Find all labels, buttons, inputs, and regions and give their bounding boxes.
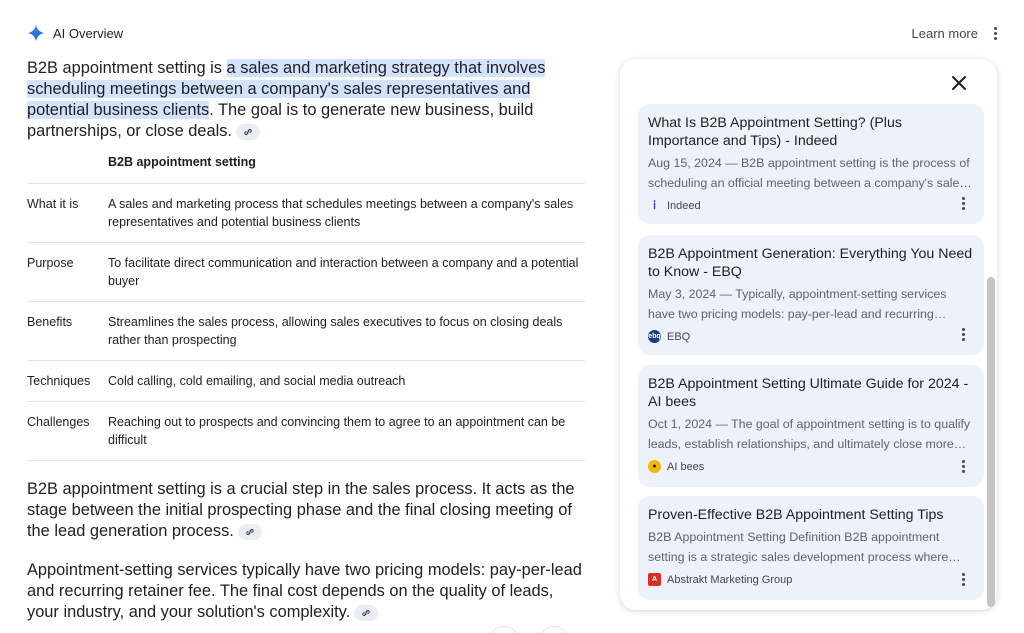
link-icon	[362, 609, 370, 616]
link-icon	[246, 528, 254, 535]
source-site: ● AI bees	[648, 460, 973, 473]
learn-more-area: Learn more	[912, 26, 1000, 41]
source-snippet: B2B Appointment Setting Definition B2B a…	[648, 530, 949, 564]
intro-text: B2B appointment setting is	[27, 59, 227, 77]
source-title[interactable]: B2B Appointment Generation: Everything Y…	[648, 245, 973, 281]
source-site: ⅰ Indeed	[648, 199, 973, 213]
intro-paragraph: B2B appointment setting is a sales and m…	[27, 58, 587, 142]
feedback-thumbs-down-button[interactable]	[539, 626, 569, 633]
scrollbar-thumb[interactable]	[987, 277, 995, 607]
table-row: Techniques Cold calling, cold emailing, a…	[27, 360, 585, 402]
indeed-icon: ⅰ	[652, 200, 657, 212]
close-icon	[952, 76, 966, 90]
link-icon	[244, 128, 252, 135]
more-options-icon[interactable]	[990, 27, 1000, 41]
abstrakt-icon: A	[648, 573, 661, 586]
citation-link-button[interactable]	[236, 123, 260, 140]
paragraph-process: B2B appointment setting is a crucial ste…	[27, 480, 575, 540]
source-more-icon[interactable]	[958, 196, 968, 210]
learn-more-link[interactable]: Learn more	[912, 26, 978, 41]
ebq-icon: ebq	[648, 330, 661, 343]
source-title[interactable]: Proven-Effective B2B Appointment Setting…	[648, 506, 973, 524]
source-card[interactable]: Proven-Effective B2B Appointment Setting…	[638, 496, 984, 600]
source-site: ebq EBQ	[648, 330, 691, 343]
table-row: What it is A sales and marketing process …	[27, 183, 585, 243]
citation-link-button[interactable]	[354, 604, 379, 621]
source-more-icon[interactable]	[958, 327, 968, 341]
source-snippet: Aug 15, 2024 — B2B appointment setting i…	[648, 156, 970, 190]
source-card[interactable]: B2B Appointment Generation: Everything Y…	[638, 235, 984, 355]
sources-scrollbar[interactable]	[987, 277, 995, 607]
sources-panel: What Is B2B Appointment Setting? (Plus I…	[620, 59, 997, 610]
bee-icon: ●	[648, 460, 661, 473]
source-snippet: May 3, 2024 — Typically, appointment-set…	[648, 287, 947, 321]
source-title[interactable]: B2B Appointment Setting Ultimate Guide f…	[648, 375, 973, 411]
ai-overview-header: AI Overview	[27, 24, 123, 42]
table-row: Benefits Streamlines the sales process, a…	[27, 301, 585, 361]
source-card[interactable]: What Is B2B Appointment Setting? (Plus I…	[638, 104, 984, 224]
citation-link-button[interactable]	[237, 523, 262, 540]
table-row: Purpose To facilitate direct communicatio…	[27, 242, 585, 302]
source-card[interactable]: B2B Appointment Setting Ultimate Guide f…	[638, 365, 984, 487]
close-panel-button[interactable]	[947, 71, 971, 95]
ai-overview-title: AI Overview	[53, 25, 124, 41]
table-row: Challenges Reaching out to prospects and …	[27, 401, 585, 461]
gemini-sparkle-icon	[27, 24, 45, 42]
source-snippet: Oct 1, 2024 — The goal of appointment se…	[648, 417, 971, 451]
feedback-thumbs-up-button[interactable]	[489, 626, 519, 633]
paragraph-pricing: Appointment-setting services typically h…	[27, 561, 582, 621]
table-header: B2B appointment setting	[108, 155, 256, 169]
source-more-icon[interactable]	[958, 572, 968, 586]
overview-content: B2B appointment setting is a sales and m…	[27, 58, 587, 623]
source-more-icon[interactable]	[958, 459, 968, 473]
source-title[interactable]: What Is B2B Appointment Setting? (Plus I…	[648, 114, 973, 150]
source-site: A Abstrakt Marketing Group	[648, 573, 973, 586]
info-table: B2B appointment setting What it is A sale…	[27, 153, 585, 461]
